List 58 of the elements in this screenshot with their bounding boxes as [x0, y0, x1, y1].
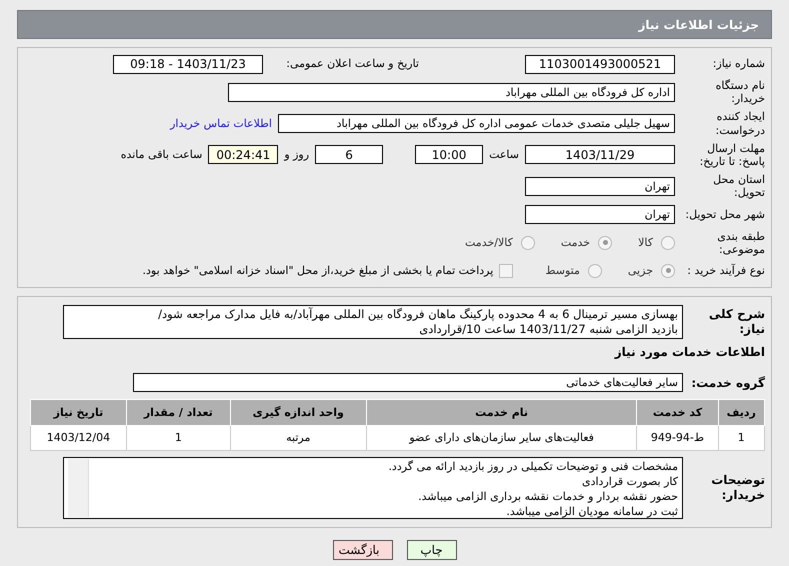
announce-date-field: 1403/11/23 - 09:18	[113, 54, 263, 74]
field-label: توضیحات خریدار:	[710, 473, 765, 502]
table-cell: 1	[126, 425, 230, 450]
description-field: بهسازی مسیر ترمینال 6 به 4 محدوده پارکینگ ماهان فرودگاه بین المللی مهرآباد/به فایل مدارک مراجعه شود/ بازدید الزامی شنبه 1403/11/27 ساعت 10/قراردادی	[63, 304, 683, 339]
field-label: شرح کلی نیاز:	[708, 307, 765, 336]
remaining-time-field: 00:24:41	[208, 145, 278, 164]
field-label: نوع فرآیند خرید :	[686, 264, 765, 278]
radio-label: متوسط	[545, 264, 580, 278]
province-field: تهران	[525, 176, 675, 196]
radio-button[interactable]	[661, 236, 675, 250]
field-label: نام دستگاه خریدار:	[714, 79, 765, 106]
field-label: ایجاد کننده درخواست:	[714, 110, 765, 137]
field-label: شهر محل تحویل:	[684, 208, 765, 222]
back-button[interactable]: بازگشت	[332, 540, 392, 560]
field-label: استان محل تحویل:	[712, 173, 765, 200]
column-header: واحد اندازه گیری	[230, 399, 366, 426]
requester-field: سهیل جلیلی متصدی خدمات عمومی اداره کل فرودگاه بین المللی مهراباد	[278, 114, 675, 134]
table-cell: مرتبه	[230, 425, 366, 450]
field-label: شماره نیاز:	[712, 57, 765, 71]
radio-button[interactable]	[588, 264, 602, 278]
section-title: اطلاعات خدمات مورد نیاز	[613, 344, 765, 359]
radio-button[interactable]	[661, 264, 675, 278]
field-label: روز و	[284, 148, 310, 162]
column-header: تعداد / مقدار	[126, 399, 230, 426]
field-label: ساعت باقی مانده	[120, 148, 202, 162]
time-field: 10:00	[415, 145, 484, 164]
radio-label: کالا	[638, 236, 653, 250]
buyer-field: اداره کل فرودگاه بین المللی مهراباد	[228, 82, 675, 102]
print-button[interactable]: چاپ	[406, 540, 456, 560]
table-cell: ط-94-949	[636, 425, 718, 450]
radio-button[interactable]	[520, 236, 535, 250]
radio-label: جزیی	[628, 264, 653, 278]
table-cell: 1	[718, 425, 764, 450]
payment-note: پرداخت تمام یا بخشی از مبلغ خرید،از محل "اسناد خزانه اسلامی" خواهد بود.	[142, 264, 494, 278]
service-group-field: سایر فعالیت‌های خدماتی	[133, 373, 683, 392]
scrollbar[interactable]	[68, 458, 89, 517]
radio-label: کالا/خدمت	[465, 236, 513, 250]
column-header: تاریخ نیاز	[30, 399, 126, 426]
date-field: 1403/11/29	[525, 145, 675, 164]
field-label: طبقه بندی موضوعی:	[716, 230, 765, 256]
radio-button[interactable]	[598, 236, 612, 250]
page-header: جزئیات اطلاعات نیاز	[17, 10, 772, 39]
radio-label: خدمت	[560, 236, 590, 250]
buyer-notes-field: مشخصات فنی و توضیحات تکمیلی در روز بازدید ارائه می گردد. کار بصورت قراردادی حضور نقشه بردار و خدمات نقشه برداری الزامی میباشد. ثبت در سامانه مودیان الزامی میباشد.	[63, 456, 683, 519]
field-label: تاریخ و ساعت اعلان عمومی:	[285, 57, 419, 71]
column-header: نام خدمت	[366, 399, 637, 426]
field-label: گروه خدمت:	[690, 376, 765, 390]
city-field: تهران	[525, 205, 675, 224]
contact-link[interactable]: اطلاعات تماس خریدار	[170, 117, 272, 130]
field-label: مهلت ارسال پاسخ: تا تاریخ:	[698, 142, 765, 168]
table-cell: فعالیت‌های سایر سازمان‌های دارای عضو	[366, 425, 637, 450]
field-label: ساعت	[489, 148, 519, 162]
table-cell: 1403/12/04	[30, 425, 126, 450]
days-field: 6	[315, 145, 384, 164]
column-header: ردیف	[718, 399, 764, 426]
need-number-field: 1103001493000521	[525, 54, 675, 74]
column-header: کد خدمت	[636, 399, 718, 426]
checkbox[interactable]	[499, 264, 514, 278]
